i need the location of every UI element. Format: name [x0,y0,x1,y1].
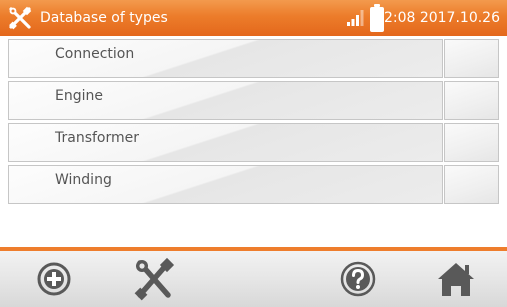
list-item-engine[interactable]: Engine [8,81,499,120]
list-item-label: Engine [55,88,103,104]
help-button[interactable] [334,257,382,301]
list-item-button[interactable]: Engine [8,81,443,120]
bottom-toolbar [0,251,507,307]
list-item-label: Transformer [55,130,140,146]
datetime: 12:08 2017.10.26 [375,10,500,26]
list-item-button[interactable]: Transformer [8,123,443,162]
list-item-button[interactable]: Connection [8,39,443,78]
add-circle-icon [30,262,78,305]
tools-icon[interactable] [8,6,32,30]
tools-icon [130,257,178,305]
list-item-winding[interactable]: Winding [8,165,499,204]
list-item-side-button[interactable] [444,165,499,204]
type-list: Connection Engine Transformer Winding [0,36,507,247]
list-item-button[interactable]: Winding [8,165,443,204]
settings-button[interactable] [130,257,178,301]
help-icon [334,261,382,305]
list-item-side-button[interactable] [444,123,499,162]
list-item-side-button[interactable] [444,81,499,120]
list-item-connection[interactable]: Connection [8,39,499,78]
status-header: Database of types 12:08 2017.10.26 [0,0,507,36]
list-item-transformer[interactable]: Transformer [8,123,499,162]
list-item-label: Connection [55,46,135,62]
home-button[interactable] [432,257,480,301]
add-button[interactable] [30,257,78,301]
signal-icon [346,9,364,27]
home-icon [432,263,480,305]
list-item-side-button[interactable] [444,39,499,78]
list-item-label: Winding [55,172,112,188]
screen-title: Database of types [40,10,168,26]
